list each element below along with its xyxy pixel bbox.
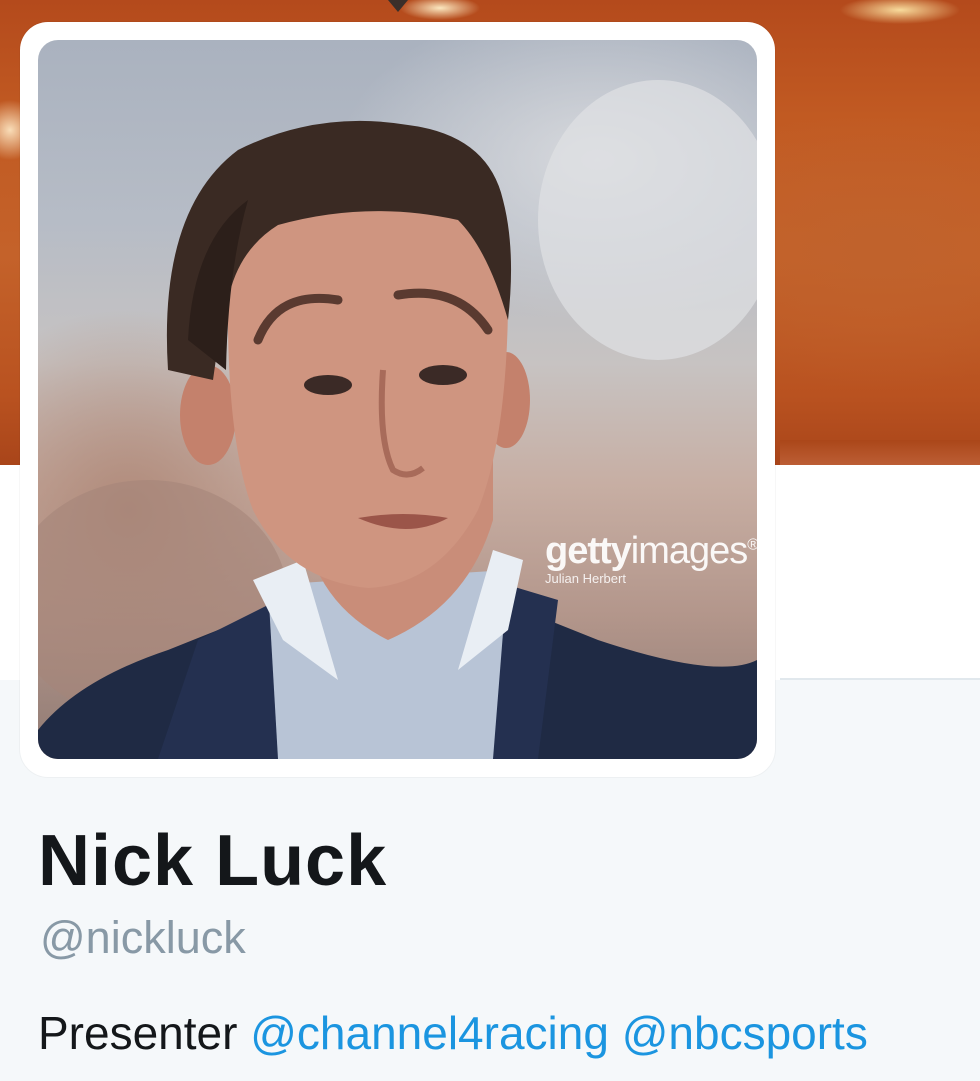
getty-watermark: gettyimages® Julian Herbert — [545, 530, 757, 586]
profile-name[interactable]: Nick Luck — [38, 820, 387, 902]
watermark-mark: ® — [747, 536, 757, 554]
watermark-brand-regular: images — [630, 530, 748, 572]
bio-link-nbcsports[interactable]: @nbcsports — [622, 1007, 868, 1059]
watermark-credit: Julian Herbert — [545, 571, 626, 586]
profile-handle[interactable]: @nickluck — [40, 912, 246, 964]
banner-edge — [780, 440, 980, 465]
avatar-portrait — [38, 80, 757, 759]
bio-text: Presenter — [38, 1007, 238, 1059]
caret-down-icon — [388, 0, 408, 12]
avatar[interactable]: gettyimages® Julian Herbert — [38, 40, 757, 759]
watermark-brand-bold: getty — [545, 530, 632, 572]
bio-link-channel4racing[interactable]: @channel4racing — [250, 1007, 609, 1059]
profile-bio: Presenter @channel4racing @nbcsports — [38, 1006, 868, 1060]
